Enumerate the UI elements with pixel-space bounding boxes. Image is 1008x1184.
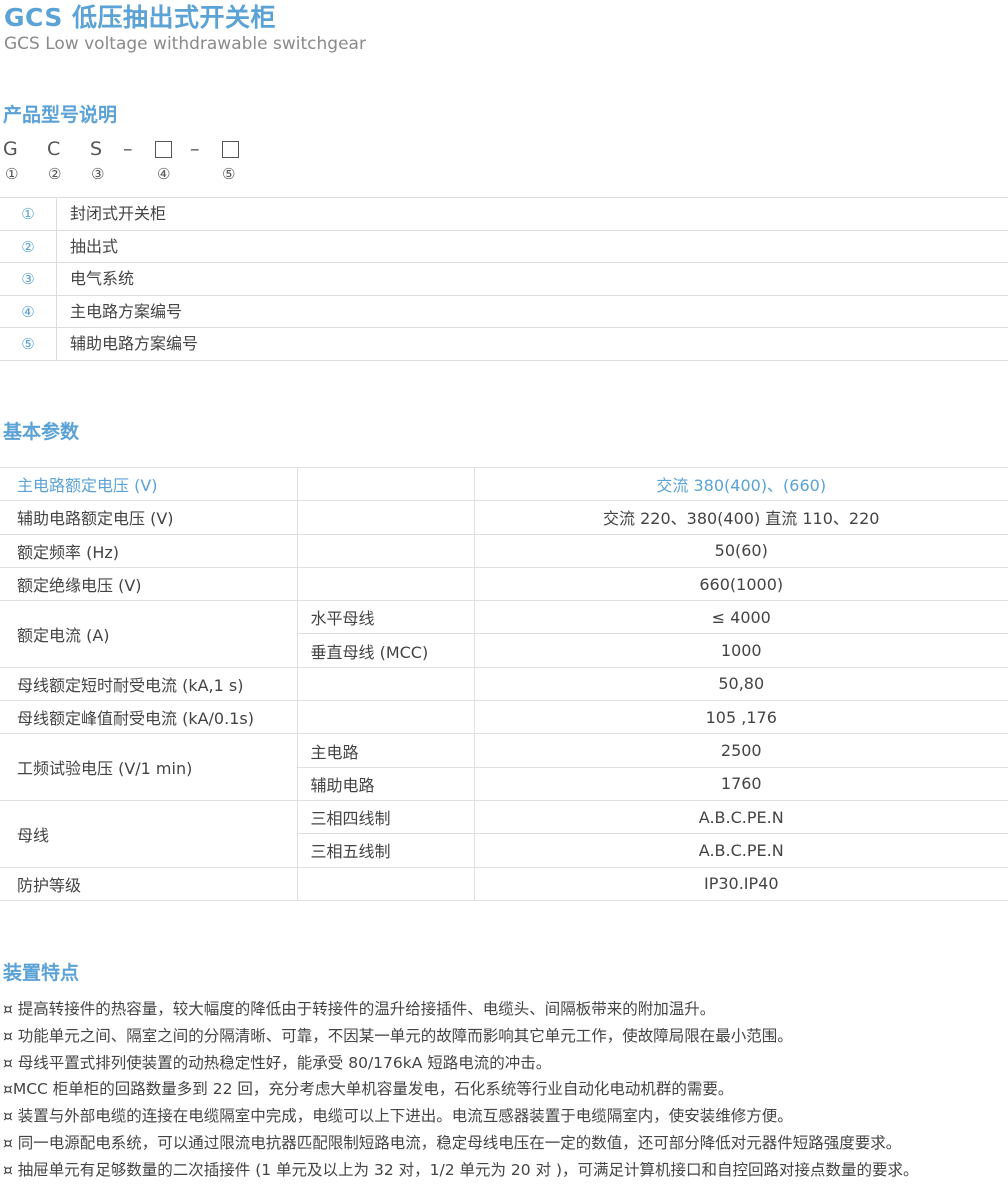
table-row: 防护等级 IP30.IP40 <box>0 866 1008 901</box>
table-row: 辅助电路额定电压 (V) 交流 220、380(400) 直流 110、220 <box>0 500 1008 535</box>
code-dash-1: – <box>123 138 133 160</box>
list-item: ¤ 母线平置式排列使装置的动热稳定性好，能承受 80/176kA 短路电流的冲击… <box>3 1053 552 1072</box>
code-number-3: ③ <box>91 165 105 183</box>
code-letter-s: S <box>90 138 103 160</box>
page-title: GCS 低压抽出式开关柜 <box>4 3 277 32</box>
code-number-4: ④ <box>157 165 171 183</box>
legend-text: 电气系统 <box>70 269 135 288</box>
param-sub-label: 三相五线制 <box>297 833 475 868</box>
list-item: ¤ 装置与外部电缆的连接在电缆隔室中完成，电缆可以上下进出。电流互感器装置于电缆… <box>3 1107 793 1126</box>
param-value: 交流 380(400)、(660) <box>474 466 1008 502</box>
param-value: 交流 220、380(400) 直流 110、220 <box>474 500 1008 535</box>
code-number-2: ② <box>48 165 62 183</box>
param-label: 防护等级 <box>0 866 298 901</box>
param-value: A.B.C.PE.N <box>474 799 1008 835</box>
legend-text: 封闭式开关柜 <box>70 204 167 223</box>
param-sub-empty <box>297 566 475 602</box>
param-value: 105 ,176 <box>474 700 1008 735</box>
code-letter-c: C <box>47 138 61 160</box>
param-value: 660(1000) <box>474 566 1008 602</box>
param-sub-empty <box>297 666 475 702</box>
code-box-4 <box>155 141 172 158</box>
model-code-numbers: ① ② ③ ④ ⑤ <box>0 165 260 187</box>
param-label: 母线额定峰值耐受电流 (kA/0.1s) <box>0 700 298 735</box>
code-box-5 <box>222 141 239 158</box>
param-sub-label: 主电路 <box>297 733 475 768</box>
param-sub-label: 水平母线 <box>297 600 475 635</box>
param-value: A.B.C.PE.N <box>474 833 1008 868</box>
param-value: 1760 <box>474 766 1008 801</box>
legend-number: ① <box>0 198 57 230</box>
param-sub-empty <box>297 533 475 568</box>
param-value: IP30.IP40 <box>474 866 1008 901</box>
legend-text: 抽出式 <box>70 236 119 256</box>
list-item: ¤ 抽屉单元有足够数量的二次插接件 (1 单元及以上为 32 对，1/2 单元为… <box>3 1160 919 1179</box>
page-subtitle: GCS Low voltage withdrawable switchgear <box>4 34 366 54</box>
param-label: 母线 <box>0 799 298 868</box>
legend-row: ④ 主电路方案编号 <box>0 295 1008 328</box>
table-row: 额定电流 (A) 水平母线 ≤ 4000 <box>0 600 1008 668</box>
legend-text: 辅助电路方案编号 <box>70 334 199 353</box>
features-list: ¤ 提高转接件的热容量，较大幅度的降低由于转接件的温升给接插件、电缆头、间隔板带… <box>3 996 1007 1184</box>
model-code: G C S – – <box>0 138 260 164</box>
param-label: 工频试验电压 (V/1 min) <box>0 733 298 801</box>
table-row: 母线 三相四线制 A.B.C.PE.N <box>0 799 1008 868</box>
model-section-title: 产品型号说明 <box>3 104 118 126</box>
legend-number: ⑤ <box>0 328 57 360</box>
legend-number: ② <box>0 230 57 262</box>
legend-row: ③ 电气系统 <box>0 263 1008 296</box>
param-value: 2500 <box>474 733 1008 768</box>
model-legend-table: ① 封闭式开关柜 ② 抽出式 ③ 电气系统 ④ 主电路方案编号 ⑤ 辅助电路方案… <box>0 197 1008 361</box>
code-dash-2: – <box>190 138 200 160</box>
code-letter-g: G <box>3 138 18 160</box>
param-label: 主电路额定电压 (V) <box>0 466 298 502</box>
param-sub-empty <box>297 500 475 535</box>
param-label: 额定电流 (A) <box>0 600 298 668</box>
params-table: 主电路额定电压 (V) 交流 380(400)、(660) 辅助电路额定电压 (… <box>0 466 1008 901</box>
table-row: 工频试验电压 (V/1 min) 主电路 2500 <box>0 733 1008 801</box>
features-section-title: 装置特点 <box>3 962 80 984</box>
table-row: 主电路额定电压 (V) 交流 380(400)、(660) <box>0 466 1008 502</box>
list-item: ¤MCC 柜单柜的回路数量多到 22 回，充分考虑大单机容量发电，石化系统等行业… <box>3 1080 734 1099</box>
table-row: 母线额定峰值耐受电流 (kA/0.1s) 105 ,176 <box>0 700 1008 735</box>
param-value: 50,80 <box>474 666 1008 702</box>
legend-number: ③ <box>0 263 57 295</box>
param-sub-empty <box>297 866 475 901</box>
list-item: ¤ 同一电源配电系统，可以通过限流电抗器匹配限制短路电流，稳定母线电压在一定的数… <box>3 1133 902 1152</box>
legend-number: ④ <box>0 295 57 327</box>
param-label: 母线额定短时耐受电流 (kA,1 s) <box>0 666 298 702</box>
param-sub-label: 辅助电路 <box>297 766 475 801</box>
list-item: ¤ 提高转接件的热容量，较大幅度的降低由于转接件的温升给接插件、电缆头、间隔板带… <box>3 1000 716 1018</box>
param-value: 1000 <box>474 633 1008 668</box>
param-label: 额定绝缘电压 (V) <box>0 566 298 602</box>
param-label: 额定频率 (Hz) <box>0 533 298 568</box>
param-sub-label: 垂直母线 (MCC) <box>297 633 475 668</box>
code-number-5: ⑤ <box>222 165 236 183</box>
param-sub-label: 三相四线制 <box>297 799 475 835</box>
legend-text: 主电路方案编号 <box>70 301 183 321</box>
table-row: 母线额定短时耐受电流 (kA,1 s) 50,80 <box>0 666 1008 702</box>
legend-row: ⑤ 辅助电路方案编号 <box>0 328 1008 361</box>
table-row: 额定绝缘电压 (V) 660(1000) <box>0 566 1008 602</box>
legend-row: ① 封闭式开关柜 <box>0 198 1008 231</box>
table-row: 额定频率 (Hz) 50(60) <box>0 533 1008 568</box>
list-item: ¤ 功能单元之间、隔室之间的分隔清晰、可靠，不因某一单元的故障而影响其它单元工作… <box>3 1026 793 1045</box>
param-label: 辅助电路额定电压 (V) <box>0 500 298 535</box>
code-number-1: ① <box>5 165 19 183</box>
param-sub-empty <box>297 466 475 502</box>
params-section-title: 基本参数 <box>3 421 80 443</box>
param-value: ≤ 4000 <box>474 600 1008 635</box>
param-sub-empty <box>297 700 475 735</box>
legend-row: ② 抽出式 <box>0 230 1008 263</box>
param-value: 50(60) <box>474 533 1008 568</box>
